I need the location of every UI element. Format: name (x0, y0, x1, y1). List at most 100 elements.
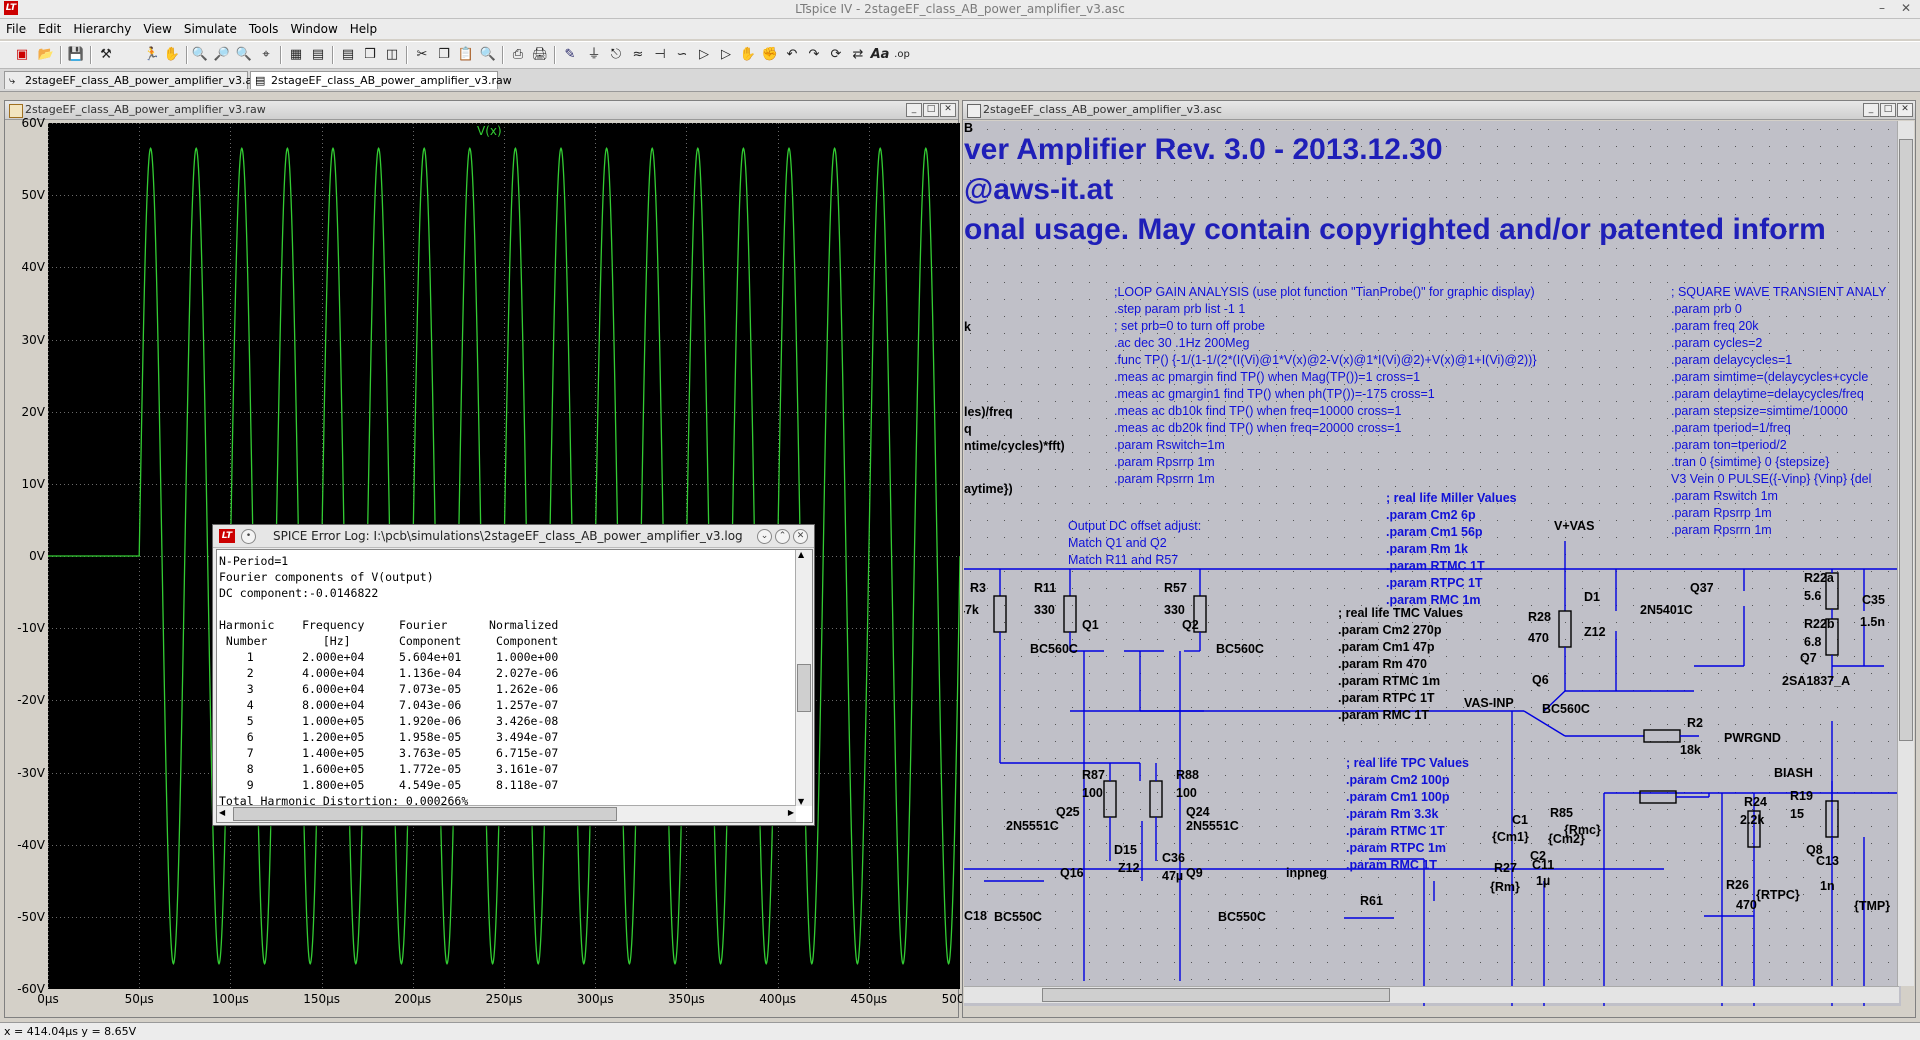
component-label[interactable]: Q6 (1532, 673, 1549, 687)
scroll-right-icon[interactable]: ▶ (788, 808, 794, 817)
component-label[interactable]: R19 (1790, 789, 1813, 803)
component-label[interactable]: 47k (964, 603, 979, 617)
component-label[interactable]: R27 (1494, 861, 1517, 875)
zoom-out-icon[interactable]: 🔍 (234, 45, 254, 65)
capacitor-icon[interactable]: ⊣ (650, 45, 670, 65)
find-icon[interactable]: 🔍 (478, 45, 498, 65)
component-label[interactable]: R26 (1726, 878, 1749, 892)
close-window-button[interactable]: ✕ (1896, 1, 1916, 15)
tab-schematic[interactable]: ⤷ 2stageEF_class_AB_power_amplifier_v3.as… (4, 71, 264, 89)
component-label[interactable]: Q2 (1182, 618, 1199, 632)
menu-hierarchy[interactable]: Hierarchy (67, 19, 137, 36)
component-label[interactable]: 2.2k (1740, 813, 1764, 827)
component-label[interactable]: C18 (964, 909, 987, 923)
rotate-icon[interactable]: ⟳ (826, 45, 846, 65)
resistor-symbol[interactable] (1063, 595, 1077, 633)
print-setup-icon[interactable]: ⎙ (508, 45, 528, 65)
component-label[interactable]: 15 (1790, 807, 1804, 821)
zoom-fit-icon[interactable]: ⌖ (256, 45, 276, 65)
component-label[interactable]: 470 (1528, 631, 1549, 645)
component-label[interactable]: 47µ (1162, 869, 1183, 883)
component-label[interactable]: BC560C (1542, 702, 1590, 716)
component-label[interactable]: V+VAS (1554, 519, 1594, 533)
drag-icon[interactable]: ✊ (760, 45, 780, 65)
resistor-icon[interactable]: ≈ (628, 45, 648, 65)
component-label[interactable]: C35 (1862, 593, 1885, 607)
component-label[interactable]: PWRGND (1724, 731, 1781, 745)
minimize-button[interactable]: – (1872, 1, 1892, 15)
autorange-icon[interactable]: ▦ (286, 45, 306, 65)
print-icon[interactable]: 🖨 (530, 45, 550, 65)
error-log-maximize-button[interactable]: ⌃ (775, 529, 790, 544)
resistor-symbol[interactable] (1643, 729, 1681, 743)
error-log-vscroll[interactable]: ▲ ▼ (795, 550, 812, 806)
component-label[interactable]: C11 (1532, 858, 1554, 872)
tile-horizontal-icon[interactable]: ▤ (338, 45, 358, 65)
tile-vertical-icon[interactable]: ◫ (382, 45, 402, 65)
component-label[interactable]: Q1 (1082, 618, 1099, 632)
component-label[interactable]: R57 (1164, 581, 1187, 595)
component-label[interactable]: Q37 (1690, 581, 1714, 595)
component-label[interactable]: 100 (1176, 786, 1197, 800)
scroll-left-icon[interactable]: ◀ (219, 808, 225, 817)
component-label[interactable]: VAS-INP (1464, 696, 1514, 710)
menu-tools[interactable]: Tools (243, 19, 285, 36)
component-label[interactable]: {TMP} (1854, 899, 1890, 913)
component-label[interactable]: {RTPC} (1756, 888, 1800, 902)
move-icon[interactable]: ✋ (738, 45, 758, 65)
label-net-icon[interactable]: ⎋ (606, 45, 626, 65)
resistor-symbol[interactable] (1103, 780, 1117, 818)
component-label[interactable]: R88 (1176, 768, 1199, 782)
component-label[interactable]: BC560C (1216, 642, 1264, 656)
tpc-values[interactable]: ; real life TPC Values .param Cm2 100p .… (1346, 755, 1469, 874)
wire-icon[interactable]: ✎ (560, 45, 580, 65)
component-label[interactable]: R22a (1804, 571, 1834, 585)
component-label[interactable]: {Cm2} (1548, 832, 1585, 846)
save-icon[interactable]: 💾 (66, 45, 86, 65)
component-label[interactable]: R24 (1744, 795, 1767, 809)
component-label[interactable]: Q16 (1060, 866, 1084, 880)
component-label[interactable]: 6.8 (1804, 635, 1821, 649)
error-log-vscroll-thumb[interactable] (797, 664, 811, 712)
inductor-icon[interactable]: ∽ (672, 45, 692, 65)
component-label[interactable]: Q7 (1800, 651, 1817, 665)
component-label[interactable]: 470 (1736, 898, 1757, 912)
component-label[interactable]: R61 (1360, 894, 1383, 908)
scroll-up-icon[interactable]: ▲ (798, 550, 804, 559)
tmc-values[interactable]: ; real life TMC Values .param Cm2 270p .… (1338, 605, 1463, 724)
menu-file[interactable]: File (0, 19, 32, 36)
resistor-symbol[interactable] (993, 595, 1007, 633)
schematic-maximize-button[interactable]: □ (1880, 103, 1896, 117)
component-label[interactable]: 100 (1082, 786, 1103, 800)
menu-simulate[interactable]: Simulate (178, 19, 243, 36)
component-label[interactable]: BIASH (1774, 766, 1813, 780)
error-log-minimize-button[interactable]: ⌄ (757, 529, 772, 544)
resistor-symbol[interactable] (1149, 780, 1163, 818)
open-folder-icon[interactable]: 📂 (36, 45, 56, 65)
component-label[interactable]: 2SA1837_A (1782, 674, 1850, 688)
paste-icon[interactable]: 📋 (456, 45, 476, 65)
zoom-in-icon[interactable]: 🔍 (190, 45, 210, 65)
trace-label[interactable]: V(x) (477, 124, 502, 138)
component-label[interactable]: D1 (1584, 590, 1600, 604)
resistor-symbol[interactable] (1558, 610, 1572, 648)
component-label[interactable]: 18k (1680, 743, 1701, 757)
schematic-vscroll-thumb[interactable] (1899, 139, 1913, 741)
component-label[interactable]: {Rm} (1490, 880, 1520, 894)
menu-view[interactable]: View (137, 19, 177, 36)
schematic-close-button[interactable]: ✕ (1897, 103, 1913, 117)
component-label[interactable]: BC550C (1218, 910, 1266, 924)
component-label[interactable]: R2 (1687, 716, 1703, 730)
error-log-close-button[interactable]: ✕ (793, 529, 808, 544)
square-wave-directives[interactable]: ; SQUARE WAVE TRANSIENT ANALY .param prb… (1671, 284, 1886, 539)
halt-icon[interactable]: ✋ (162, 45, 182, 65)
undo-icon[interactable]: ↶ (782, 45, 802, 65)
component-label[interactable]: Q24 (1186, 805, 1210, 819)
menu-edit[interactable]: Edit (32, 19, 67, 36)
ground-icon[interactable]: ⏚ (584, 45, 604, 65)
component-label[interactable]: inpneg (1286, 866, 1327, 880)
diode-icon[interactable]: ▷ (694, 45, 714, 65)
component-label[interactable]: R85 (1550, 806, 1573, 820)
component-label[interactable]: R22b (1804, 617, 1835, 631)
component-label[interactable]: Q25 (1056, 805, 1080, 819)
